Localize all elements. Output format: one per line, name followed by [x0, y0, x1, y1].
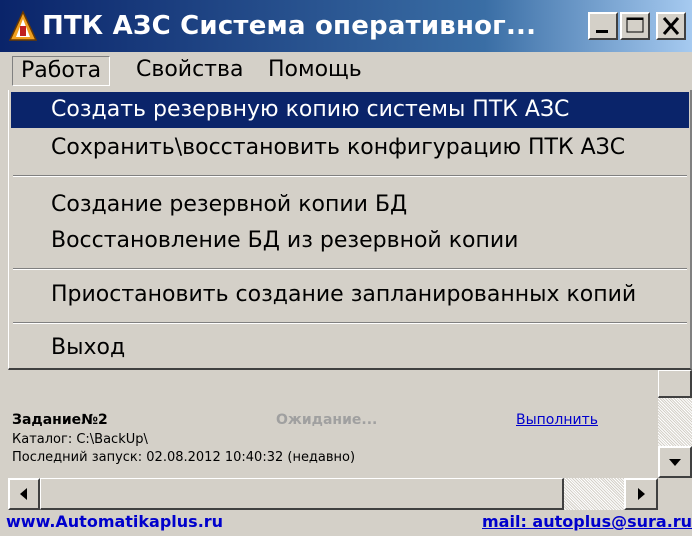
menu-item-save-restore-config[interactable]: Сохранить\восстановить конфигурацию ПТК …: [11, 130, 689, 166]
window-title: ПТК АЗС Система оперативног...: [42, 11, 537, 41]
menu-item-pause-scheduled[interactable]: Приостановить создание запланированных к…: [11, 277, 689, 313]
maximize-button[interactable]: [620, 12, 650, 40]
menu-item-restore-db[interactable]: Восстановление БД из резервной копии: [11, 223, 689, 259]
scrollbar-corner: [658, 478, 692, 510]
horizontal-scrollbar[interactable]: [8, 478, 692, 510]
task-status: Ожидание...: [276, 412, 378, 428]
fuel-station-icon: [8, 10, 38, 42]
menu-separator: [13, 322, 687, 324]
menu-item-create-db-backup[interactable]: Создание резервной копии БД: [11, 187, 689, 223]
website-link[interactable]: www.Automatikaplus.ru: [6, 512, 223, 531]
menu-item-exit[interactable]: Выход: [11, 330, 689, 366]
minimize-button[interactable]: [588, 12, 618, 40]
menu-separator: [13, 268, 687, 270]
arrow-right-icon: [638, 488, 645, 500]
vertical-scroll-thumb[interactable]: [658, 370, 692, 398]
app-window: ПТК АЗС Система оперативног... Работа Св…: [0, 0, 692, 536]
menu-properties[interactable]: Свойства: [128, 56, 251, 86]
close-button[interactable]: [656, 12, 686, 40]
task-last-run: Последний запуск: 02.08.2012 10:40:32 (н…: [12, 450, 356, 465]
run-task-link[interactable]: Выполнить: [516, 412, 598, 428]
menu-item-create-system-backup[interactable]: Создать резервную копию системы ПТК АЗС: [11, 92, 689, 128]
menu-work[interactable]: Работа: [12, 56, 111, 86]
work-menu-dropdown: Создать резервную копию системы ПТК АЗС …: [8, 90, 692, 370]
footer: www.Automatikaplus.ru mail: autoplus@sur…: [0, 510, 692, 536]
arrow-down-icon: [669, 459, 681, 466]
maximize-icon: [626, 17, 644, 33]
email-link[interactable]: mail: autoplus@sura.ru: [482, 512, 692, 531]
task-name: Задание№2: [12, 412, 108, 428]
menu-bar: Работа Свойства Помощь: [0, 52, 692, 90]
close-icon: [662, 17, 680, 35]
scroll-left-button[interactable]: [8, 478, 40, 510]
menu-help[interactable]: Помощь: [260, 56, 370, 86]
menu-separator: [13, 175, 687, 177]
task-directory: Каталог: C:\BackUp\: [12, 432, 148, 447]
scroll-down-button[interactable]: [658, 446, 692, 478]
horizontal-scroll-thumb[interactable]: [40, 478, 564, 510]
title-bar[interactable]: ПТК АЗС Система оперативног...: [0, 0, 692, 52]
minimize-icon: [596, 30, 608, 33]
task-list: Задание№2 Ожидание... Выполнить Каталог:…: [8, 370, 658, 478]
arrow-left-icon: [20, 488, 27, 500]
scroll-right-button[interactable]: [624, 478, 658, 510]
vertical-scrollbar[interactable]: [658, 370, 692, 478]
